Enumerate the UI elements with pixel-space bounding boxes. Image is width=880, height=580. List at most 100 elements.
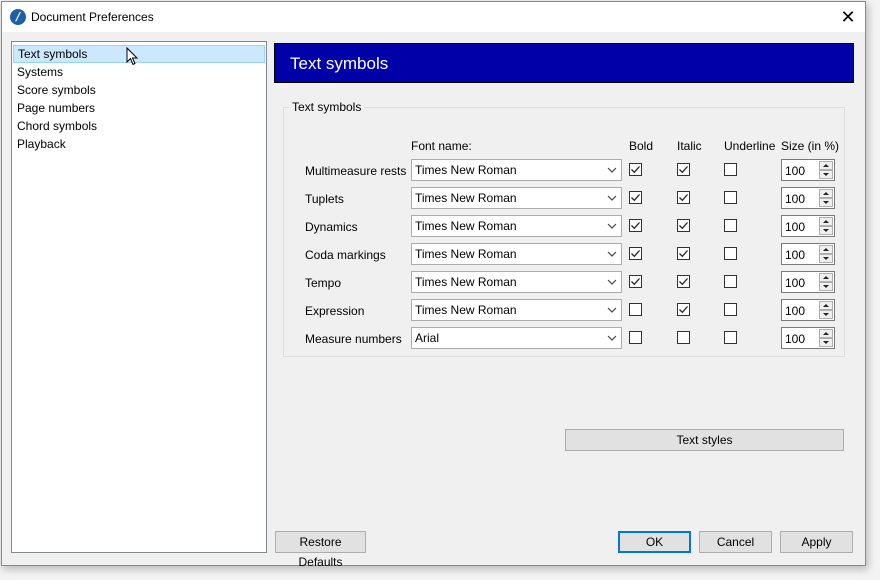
font-dropdown-value: Times New Roman bbox=[415, 247, 517, 261]
size-spinbox-dynamics[interactable]: 100 bbox=[781, 215, 835, 237]
bold-checkbox-multimeasure-rests[interactable] bbox=[629, 163, 642, 176]
underline-checkbox-multimeasure-rests[interactable] bbox=[724, 163, 737, 176]
spin-up-button[interactable] bbox=[819, 217, 833, 226]
size-spinbox-multimeasure-rests[interactable]: 100 bbox=[781, 159, 835, 181]
italic-checkbox-dynamics[interactable] bbox=[677, 219, 690, 232]
spin-down-button[interactable] bbox=[819, 282, 833, 291]
font-dropdown-tuplets[interactable]: Times New Roman bbox=[411, 187, 622, 209]
row-label-coda-markings: Coda markings bbox=[305, 248, 386, 262]
italic-checkbox-tuplets[interactable] bbox=[677, 191, 690, 204]
underline-checkbox-coda-markings[interactable] bbox=[724, 247, 737, 260]
italic-checkbox-multimeasure-rests[interactable] bbox=[677, 163, 690, 176]
page-title: Text symbols bbox=[290, 54, 389, 73]
row-label-tempo: Tempo bbox=[305, 276, 342, 290]
size-value: 100 bbox=[785, 192, 806, 206]
underline-checkbox-tuplets[interactable] bbox=[724, 191, 737, 204]
spin-down-button[interactable] bbox=[819, 310, 833, 319]
spin-up-button[interactable] bbox=[819, 329, 833, 338]
chevron-down-icon bbox=[607, 223, 617, 229]
size-spinbox-coda-markings[interactable]: 100 bbox=[781, 243, 835, 265]
spin-up-button[interactable] bbox=[819, 301, 833, 310]
font-dropdown-value: Times New Roman bbox=[415, 191, 517, 205]
size-value: 100 bbox=[785, 332, 806, 346]
close-button[interactable]: ✕ bbox=[831, 2, 865, 32]
italic-column-header: Italic bbox=[677, 139, 702, 153]
spin-up-button[interactable] bbox=[819, 161, 833, 170]
spin-up-button[interactable] bbox=[819, 273, 833, 282]
size-spinbox-tempo[interactable]: 100 bbox=[781, 271, 835, 293]
bold-checkbox-expression[interactable] bbox=[629, 303, 642, 316]
spin-up-button[interactable] bbox=[819, 245, 833, 254]
font-name-column-header: Font name: bbox=[411, 139, 472, 153]
font-dropdown-value: Times New Roman bbox=[415, 219, 517, 233]
title-bar: / Document Preferences ✕ bbox=[2, 2, 865, 32]
chevron-down-icon bbox=[607, 335, 617, 341]
font-dropdown-expression[interactable]: Times New Roman bbox=[411, 299, 622, 321]
category-list: Text symbols Systems Score symbols Page num… bbox=[11, 41, 267, 553]
spin-down-button[interactable] bbox=[819, 170, 833, 179]
sidebar-item-page-numbers[interactable]: Page numbers bbox=[13, 99, 265, 117]
spin-down-button[interactable] bbox=[819, 338, 833, 347]
sidebar-item-chord-symbols[interactable]: Chord symbols bbox=[13, 117, 265, 135]
bold-checkbox-tempo[interactable] bbox=[629, 275, 642, 288]
row-label-dynamics: Dynamics bbox=[305, 220, 358, 234]
mouse-cursor-icon bbox=[126, 47, 139, 66]
cancel-button[interactable]: Cancel bbox=[699, 531, 772, 553]
row-label-multimeasure-rests: Multimeasure rests bbox=[305, 164, 407, 178]
window-title: Document Preferences bbox=[31, 10, 154, 24]
font-dropdown-multimeasure-rests[interactable]: Times New Roman bbox=[411, 159, 622, 181]
size-value: 100 bbox=[785, 248, 806, 262]
app-icon: / bbox=[10, 9, 26, 25]
size-value: 100 bbox=[785, 276, 806, 290]
page-header-bar: Text symbols bbox=[274, 43, 854, 83]
underline-checkbox-tempo[interactable] bbox=[724, 275, 737, 288]
italic-checkbox-coda-markings[interactable] bbox=[677, 247, 690, 260]
restore-defaults-button[interactable]: Restore Defaults bbox=[275, 531, 366, 569]
chevron-down-icon bbox=[607, 195, 617, 201]
text-styles-button[interactable]: Text styles bbox=[565, 429, 844, 451]
underline-checkbox-dynamics[interactable] bbox=[724, 219, 737, 232]
font-dropdown-dynamics[interactable]: Times New Roman bbox=[411, 215, 622, 237]
chevron-down-icon bbox=[607, 307, 617, 313]
row-label-expression: Expression bbox=[305, 304, 365, 318]
underline-checkbox-measure-numbers[interactable] bbox=[724, 331, 737, 344]
font-dropdown-measure-numbers[interactable]: Arial bbox=[411, 327, 622, 349]
size-column-header: Size (in %) bbox=[781, 139, 840, 153]
spin-down-button[interactable] bbox=[819, 254, 833, 263]
bold-checkbox-tuplets[interactable] bbox=[629, 191, 642, 204]
bold-checkbox-dynamics[interactable] bbox=[629, 219, 642, 232]
font-dropdown-value: Arial bbox=[415, 331, 440, 345]
chevron-down-icon bbox=[607, 251, 617, 257]
bold-checkbox-measure-numbers[interactable] bbox=[629, 331, 642, 344]
spin-down-button[interactable] bbox=[819, 198, 833, 207]
font-dropdown-value: Times New Roman bbox=[415, 275, 517, 289]
font-dropdown-value: Times New Roman bbox=[415, 303, 517, 317]
size-spinbox-tuplets[interactable]: 100 bbox=[781, 187, 835, 209]
spin-up-button[interactable] bbox=[819, 189, 833, 198]
italic-checkbox-tempo[interactable] bbox=[677, 275, 690, 288]
ok-button[interactable]: OK bbox=[618, 531, 691, 553]
size-value: 100 bbox=[785, 304, 806, 318]
italic-checkbox-measure-numbers[interactable] bbox=[677, 331, 690, 344]
bold-checkbox-coda-markings[interactable] bbox=[629, 247, 642, 260]
font-dropdown-value: Times New Roman bbox=[415, 163, 517, 177]
sidebar-item-score-symbols[interactable]: Score symbols bbox=[13, 81, 265, 99]
groupbox-label: Text symbols bbox=[289, 100, 365, 114]
font-dropdown-tempo[interactable]: Times New Roman bbox=[411, 271, 622, 293]
row-label-measure-numbers: Measure numbers bbox=[305, 332, 402, 346]
row-label-tuplets: Tuplets bbox=[305, 192, 344, 206]
size-value: 100 bbox=[785, 220, 806, 234]
underline-column-header: Underline bbox=[724, 139, 776, 153]
apply-button[interactable]: Apply bbox=[780, 531, 853, 553]
chevron-down-icon bbox=[607, 279, 617, 285]
chevron-down-icon bbox=[607, 167, 617, 173]
size-spinbox-measure-numbers[interactable]: 100 bbox=[781, 327, 835, 349]
spin-down-button[interactable] bbox=[819, 226, 833, 235]
sidebar-item-playback[interactable]: Playback bbox=[13, 135, 265, 153]
font-dropdown-coda-markings[interactable]: Times New Roman bbox=[411, 243, 622, 265]
italic-checkbox-expression[interactable] bbox=[677, 303, 690, 316]
size-value: 100 bbox=[785, 164, 806, 178]
bold-column-header: Bold bbox=[629, 139, 654, 153]
size-spinbox-expression[interactable]: 100 bbox=[781, 299, 835, 321]
underline-checkbox-expression[interactable] bbox=[724, 303, 737, 316]
